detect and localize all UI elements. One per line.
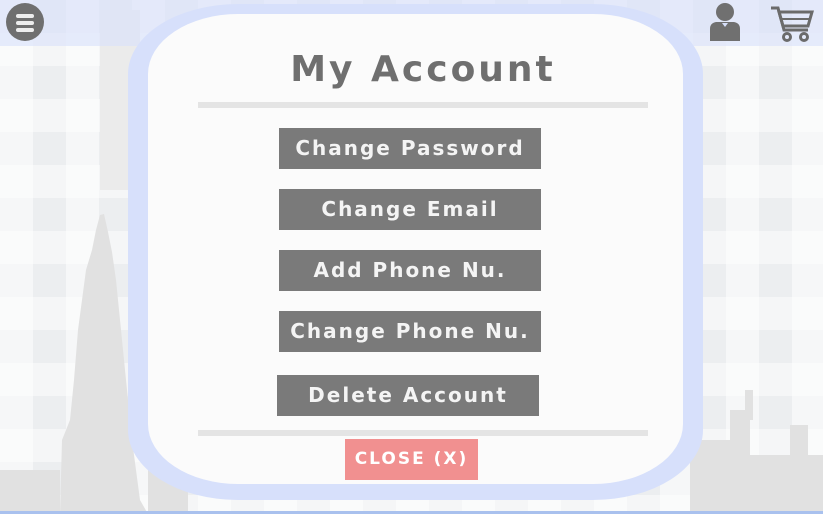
- title-divider: [198, 102, 648, 108]
- change-password-button[interactable]: Change Password: [279, 128, 541, 169]
- change-phone-number-button[interactable]: Change Phone Nu.: [279, 311, 541, 352]
- close-button[interactable]: CLOSE (X): [345, 439, 478, 480]
- modal-title: My Account: [290, 49, 556, 90]
- change-email-button[interactable]: Change Email: [279, 189, 541, 230]
- footer-divider: [198, 430, 648, 436]
- user-profile-icon[interactable]: [706, 1, 744, 41]
- hamburger-menu-icon[interactable]: [6, 3, 44, 41]
- shopping-cart-icon[interactable]: [768, 2, 816, 44]
- add-phone-number-button[interactable]: Add Phone Nu.: [279, 250, 541, 291]
- delete-account-button[interactable]: Delete Account: [277, 375, 539, 416]
